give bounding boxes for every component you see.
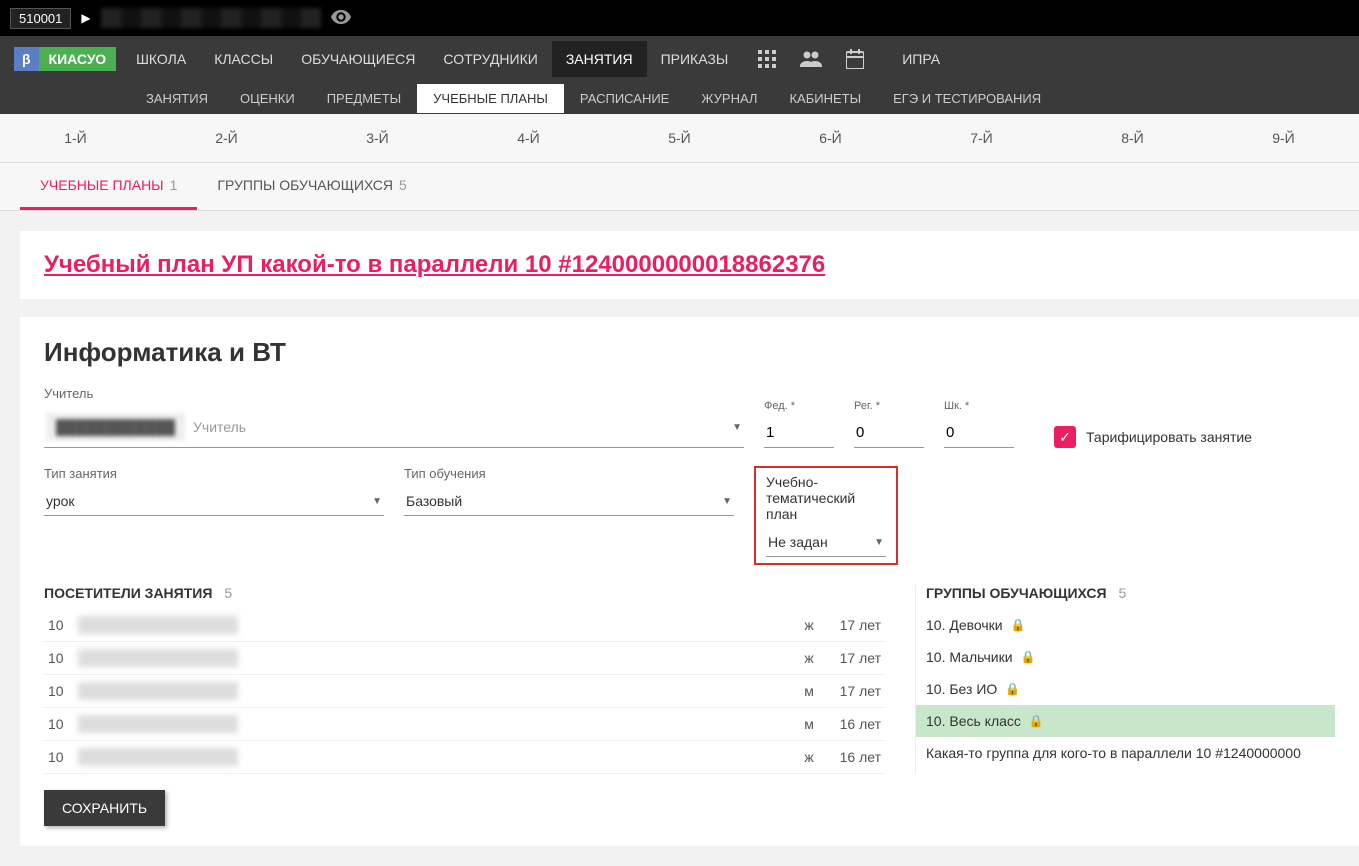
nav-icons: ИПРА (758, 41, 954, 77)
grade-tab[interactable]: 8-Й (1057, 114, 1208, 162)
topbar-blurred (101, 8, 321, 28)
chevron-down-icon: ▼ (874, 537, 884, 548)
tab[interactable]: УЧЕБНЫЕ ПЛАНЫ1 (20, 163, 197, 210)
type-select[interactable]: урок ▼ (44, 487, 384, 516)
nav-обучающиеся[interactable]: ОБУЧАЮЩИЕСЯ (287, 41, 429, 77)
groups-title: ГРУППЫ ОБУЧАЮЩИХСЯ (926, 585, 1107, 601)
logo[interactable]: β КИАСУО (14, 47, 116, 71)
groups-count: 5 (1119, 585, 1127, 601)
visitors-section: ПОСЕТИТЕЛИ ЗАНЯТИЯ 5 10ж17 лет10ж17 лет1… (44, 585, 885, 774)
play-icon[interactable]: ▶ (81, 11, 90, 25)
subnav-item[interactable]: ЕГЭ И ТЕСТИРОВАНИЯ (877, 84, 1057, 113)
visitor-row[interactable]: 10м16 лет (44, 708, 885, 741)
edu-select[interactable]: Базовый ▼ (404, 487, 734, 516)
teacher-label: Учитель (44, 386, 744, 401)
people-icon[interactable] (800, 51, 822, 67)
grade-tab[interactable]: 7-Й (906, 114, 1057, 162)
subnav-item[interactable]: ОЦЕНКИ (224, 84, 311, 113)
grades-row: 1-Й2-Й3-Й4-Й5-Й6-Й7-Й8-Й9-Й (0, 114, 1359, 163)
grade-tab[interactable]: 9-Й (1208, 114, 1359, 162)
nav-приказы[interactable]: ПРИКАЗЫ (647, 41, 743, 77)
groups-section: ГРУППЫ ОБУЧАЮЩИХСЯ 5 10. Девочки🔒10. Мал… (915, 585, 1335, 774)
lock-icon: 🔒 (1021, 650, 1036, 664)
theme-select[interactable]: Не задан ▼ (766, 528, 886, 557)
lock-icon: 🔒 (1029, 714, 1044, 728)
reg-input[interactable] (854, 418, 924, 448)
sub-nav: ЗАНЯТИЯОЦЕНКИПРЕДМЕТЫУЧЕБНЫЕ ПЛАНЫРАСПИС… (0, 82, 1359, 114)
main-nav: β КИАСУО ШКОЛАКЛАССЫОБУЧАЮЩИЕСЯСОТРУДНИК… (0, 36, 1359, 82)
fed-label: Фед. * (764, 400, 834, 412)
lock-icon: 🔒 (1011, 618, 1026, 632)
teacher-select[interactable]: ████████████ Учитель ▼ (44, 407, 744, 448)
subnav-item[interactable]: ЖУРНАЛ (685, 84, 773, 113)
subnav-item[interactable]: ПРЕДМЕТЫ (311, 84, 417, 113)
chevron-down-icon: ▼ (372, 496, 382, 507)
topbar: 510001 ▶ (0, 0, 1359, 36)
teacher-chip: ████████████ (46, 413, 185, 441)
tab[interactable]: ГРУППЫ ОБУЧАЮЩИХСЯ5 (197, 163, 426, 210)
subnav-item[interactable]: РАСПИСАНИЕ (564, 84, 685, 113)
grade-tab[interactable]: 6-Й (755, 114, 906, 162)
logo-name: КИАСУО (39, 47, 117, 71)
nav-школа[interactable]: ШКОЛА (122, 41, 200, 77)
theme-label: Учебно-тематический план (766, 474, 886, 522)
apps-icon[interactable] (758, 50, 776, 68)
reg-label: Рег. * (854, 400, 924, 412)
save-button[interactable]: СОХРАНИТЬ (44, 790, 165, 826)
logo-beta: β (14, 47, 39, 71)
teacher-placeholder: Учитель (185, 419, 732, 435)
calendar-icon[interactable] (846, 49, 864, 69)
theme-plan-highlighted: Учебно-тематический план Не задан ▼ (754, 466, 898, 565)
nav-классы[interactable]: КЛАССЫ (200, 41, 287, 77)
tariff-label: Тарифицировать занятие (1086, 429, 1252, 445)
subnav-item[interactable]: УЧЕБНЫЕ ПЛАНЫ (417, 84, 564, 113)
subject-card: Информатика и ВТ Учитель ████████████ Уч… (20, 317, 1359, 846)
nav-ipra[interactable]: ИПРА (888, 41, 954, 77)
type-value: урок (46, 493, 372, 509)
visitors-count: 5 (224, 585, 232, 601)
visitor-row[interactable]: 10ж17 лет (44, 642, 885, 675)
grade-tab[interactable]: 1-Й (0, 114, 151, 162)
eye-icon[interactable] (331, 10, 351, 27)
subnav-item[interactable]: КАБИНЕТЫ (773, 84, 877, 113)
lock-icon: 🔒 (1005, 682, 1020, 696)
subject-title: Информатика и ВТ (44, 337, 1335, 368)
grade-tab[interactable]: 2-Й (151, 114, 302, 162)
chevron-down-icon: ▼ (722, 496, 732, 507)
theme-value: Не задан (768, 534, 874, 550)
edu-label: Тип обучения (404, 466, 734, 481)
plan-card: Учебный план УП какой-то в параллели 10 … (20, 231, 1359, 299)
org-id: 510001 (10, 8, 71, 29)
grade-tab[interactable]: 3-Й (302, 114, 453, 162)
tariff-checkbox[interactable]: ✓ (1054, 426, 1076, 448)
group-row[interactable]: 10. Весь класс🔒 (916, 705, 1335, 737)
visitor-row[interactable]: 10ж17 лет (44, 609, 885, 642)
chevron-down-icon: ▼ (732, 422, 742, 433)
visitor-row[interactable]: 10ж16 лет (44, 741, 885, 774)
edu-value: Базовый (406, 493, 722, 509)
nav-сотрудники[interactable]: СОТРУДНИКИ (429, 41, 551, 77)
group-row[interactable]: 10. Девочки🔒 (916, 609, 1335, 641)
shk-label: Шк. * (944, 400, 1014, 412)
nav-занятия[interactable]: ЗАНЯТИЯ (552, 41, 647, 77)
plan-link[interactable]: Учебный план УП какой-то в параллели 10 … (44, 251, 825, 278)
group-row[interactable]: 10. Без ИО🔒 (916, 673, 1335, 705)
type-label: Тип занятия (44, 466, 384, 481)
tabs-row: УЧЕБНЫЕ ПЛАНЫ1ГРУППЫ ОБУЧАЮЩИХСЯ5 (0, 163, 1359, 211)
visitor-row[interactable]: 10м17 лет (44, 675, 885, 708)
fed-input[interactable] (764, 418, 834, 448)
group-row[interactable]: Какая-то группа для кого-то в параллели … (916, 737, 1335, 769)
group-row[interactable]: 10. Мальчики🔒 (916, 641, 1335, 673)
subnav-item[interactable]: ЗАНЯТИЯ (130, 84, 224, 113)
grade-tab[interactable]: 4-Й (453, 114, 604, 162)
shk-input[interactable] (944, 418, 1014, 448)
content: Учебный план УП какой-то в параллели 10 … (0, 211, 1359, 866)
visitors-title: ПОСЕТИТЕЛИ ЗАНЯТИЯ (44, 585, 212, 601)
grade-tab[interactable]: 5-Й (604, 114, 755, 162)
